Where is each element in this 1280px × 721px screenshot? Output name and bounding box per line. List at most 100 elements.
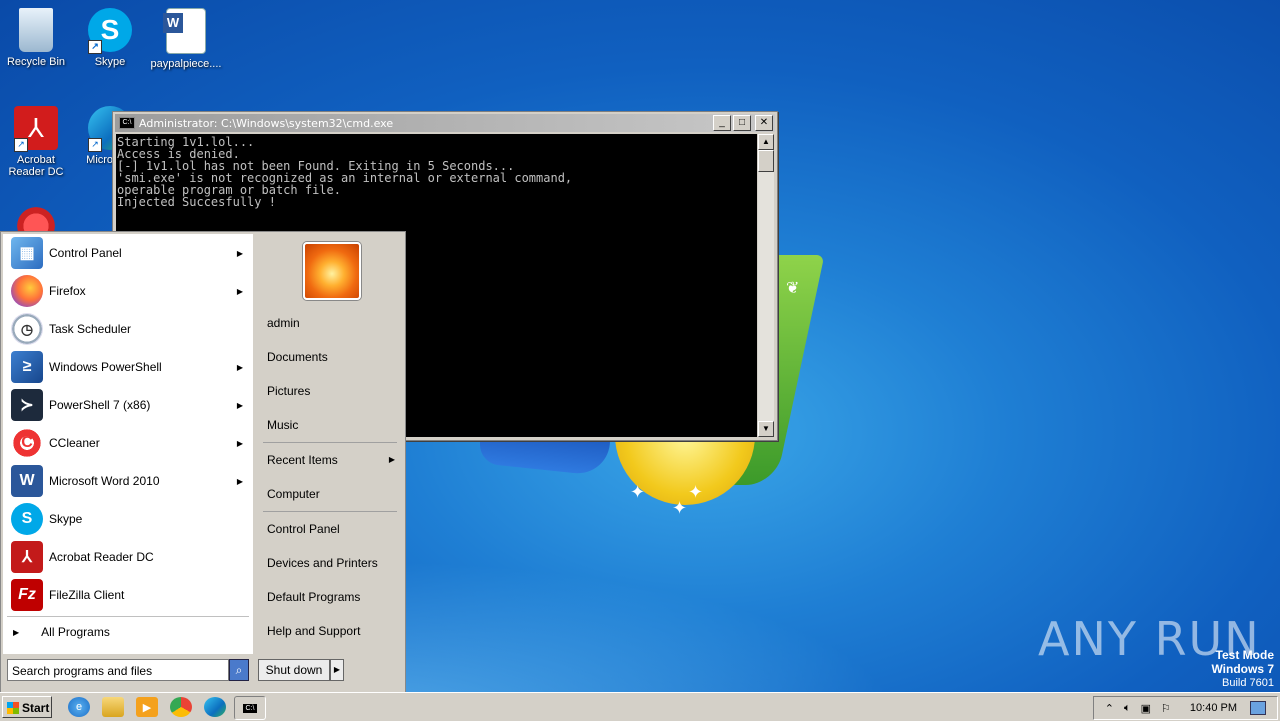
maximize-button[interactable]: □ [733, 115, 751, 131]
program-label: PowerShell 7 (x86) [49, 398, 151, 412]
start-menu-places: admin Documents Pictures Music Recent It… [257, 234, 403, 654]
search-input[interactable]: Search programs and files [7, 659, 229, 681]
close-button[interactable]: ✕ [755, 115, 773, 131]
submenu-arrow-icon: ▶ [236, 400, 243, 410]
filezilla-icon: Fz [11, 579, 43, 611]
place-help-support[interactable]: Help and Support [257, 614, 403, 648]
desktop-icon-skype[interactable]: S ↗ Skype [72, 8, 148, 68]
windows-version-line: Windows 7 [1211, 662, 1274, 676]
program-label: Skype [49, 512, 83, 526]
program-label: Windows PowerShell [49, 360, 162, 374]
scroll-up-arrow-icon[interactable]: ▲ [758, 134, 774, 150]
place-documents[interactable]: Documents [257, 340, 403, 374]
submenu-arrow-icon: ▶ [236, 362, 243, 372]
clock[interactable]: 10:40 PM [1190, 702, 1237, 714]
internet-explorer-icon[interactable]: e [68, 697, 90, 717]
submenu-arrow-icon: ▶ [236, 438, 243, 448]
submenu-arrow-icon: ▶ [388, 455, 395, 464]
start-menu-programs: ▦ Control Panel ▶ Firefox ▶ ◷ Task Sched… [3, 234, 253, 654]
butterfly-icon: ❦ [786, 280, 800, 297]
build-line: Build 7601 [1222, 677, 1274, 689]
submenu-arrow-icon: ▶ [236, 476, 243, 486]
desktop-icon-document[interactable]: W paypalpiece.... [148, 8, 224, 70]
desktop-icon-acrobat[interactable]: ⅄ ↗ Acrobat Reader DC [0, 106, 74, 178]
search-icon[interactable]: ⌕ [229, 659, 249, 681]
control-panel-icon: ▦ [11, 237, 43, 269]
place-computer[interactable]: Computer [257, 477, 403, 511]
submenu-arrow-icon: ▶ [236, 286, 243, 296]
all-programs-button[interactable]: ▶ All Programs [3, 619, 253, 645]
cmd-titlebar[interactable]: C:\ Administrator: C:\Windows\system32\c… [115, 114, 775, 132]
program-firefox[interactable]: Firefox ▶ [3, 272, 253, 310]
scroll-thumb[interactable] [758, 150, 774, 172]
cmd-title: Administrator: C:\Windows\system32\cmd.e… [139, 116, 394, 130]
program-filezilla[interactable]: Fz FileZilla Client [3, 576, 253, 614]
sparkle-icon: ✦ [688, 482, 704, 502]
cmd-taskbar-button[interactable]: C:\ [234, 696, 266, 720]
program-windows-powershell[interactable]: ≥ Windows PowerShell ▶ [3, 348, 253, 386]
show-hidden-icons-icon[interactable]: ⌃ [1105, 702, 1114, 715]
minimize-button[interactable]: _ [713, 115, 731, 131]
shutdown-button[interactable]: Shut down [258, 659, 330, 681]
windows-logo-icon [7, 702, 19, 714]
program-word[interactable]: W Microsoft Word 2010 ▶ [3, 462, 253, 500]
shortcut-arrow-icon: ↗ [88, 138, 102, 152]
desktop-icon-label: paypalpiece.... [150, 58, 222, 70]
place-default-programs[interactable]: Default Programs [257, 580, 403, 614]
program-label: Task Scheduler [49, 322, 132, 336]
shortcut-arrow-icon: ↗ [14, 138, 28, 152]
volume-icon[interactable]: 🔈︎ [1124, 702, 1131, 715]
cmd-icon: C:\ [119, 117, 135, 129]
start-menu: ▦ Control Panel ▶ Firefox ▶ ◷ Task Sched… [0, 231, 406, 693]
test-mode-watermark: Test Mode Windows 7 Build 7601 [1211, 648, 1274, 690]
chrome-icon[interactable] [170, 697, 192, 717]
desktop-icon-recycle-bin[interactable]: Recycle Bin [0, 8, 74, 68]
program-label: Firefox [49, 284, 86, 298]
place-recent-items[interactable]: Recent Items ▶ [257, 443, 403, 477]
media-player-icon[interactable]: ▶ [136, 697, 158, 717]
program-ccleaner[interactable]: C CCleaner ▶ [3, 424, 253, 462]
program-task-scheduler[interactable]: ◷ Task Scheduler [3, 310, 253, 348]
program-label: CCleaner [49, 436, 100, 450]
firefox-icon [11, 275, 43, 307]
all-programs-label: All Programs [41, 625, 110, 639]
start-label: Start [22, 701, 50, 715]
user-avatar[interactable] [303, 242, 361, 300]
desktop-icon-label: Recycle Bin [6, 56, 66, 68]
place-label: Recent Items [267, 453, 338, 467]
edge-icon[interactable] [204, 697, 226, 717]
all-programs-arrow-icon: ▶ [13, 627, 20, 637]
sparkle-icon: ✦ [672, 498, 688, 518]
submenu-arrow-icon: ▶ [236, 248, 243, 258]
ccleaner-icon: C [11, 427, 43, 459]
shortcut-arrow-icon: ↗ [88, 40, 102, 54]
start-button[interactable]: Start [2, 696, 52, 718]
test-mode-line: Test Mode [1215, 648, 1274, 662]
place-admin[interactable]: admin [257, 306, 403, 340]
program-label: Acrobat Reader DC [49, 550, 154, 564]
system-tray: ⌃ 🔈︎ ▣ ⚐ 10:40 PM [1092, 696, 1278, 720]
explorer-folder-icon[interactable] [102, 697, 124, 717]
divider [7, 616, 249, 617]
program-control-panel[interactable]: ▦ Control Panel ▶ [3, 234, 253, 272]
place-pictures[interactable]: Pictures [257, 374, 403, 408]
skype-icon: S [11, 503, 43, 535]
word-icon: W [11, 465, 43, 497]
program-label: Control Panel [49, 246, 122, 260]
cmd-icon: C:\ [242, 703, 258, 713]
cmd-scrollbar[interactable]: ▲ ▼ [758, 134, 774, 437]
program-acrobat[interactable]: ⅄ Acrobat Reader DC [3, 538, 253, 576]
program-label: Microsoft Word 2010 [49, 474, 160, 488]
acrobat-icon: ⅄ [11, 541, 43, 573]
acrobat-icon: ⅄ ↗ [14, 106, 58, 152]
place-music[interactable]: Music [257, 408, 403, 442]
place-devices-printers[interactable]: Devices and Printers [257, 546, 403, 580]
action-center-flag-icon[interactable]: ⚐ [1161, 702, 1171, 715]
program-powershell7[interactable]: ≻ PowerShell 7 (x86) ▶ [3, 386, 253, 424]
program-skype[interactable]: S Skype [3, 500, 253, 538]
shutdown-options-arrow-icon[interactable]: ▶ [330, 659, 344, 681]
show-desktop-icon[interactable] [1250, 701, 1266, 715]
place-control-panel[interactable]: Control Panel [257, 512, 403, 546]
scroll-down-arrow-icon[interactable]: ▼ [758, 421, 774, 437]
network-icon[interactable]: ▣ [1141, 702, 1151, 715]
